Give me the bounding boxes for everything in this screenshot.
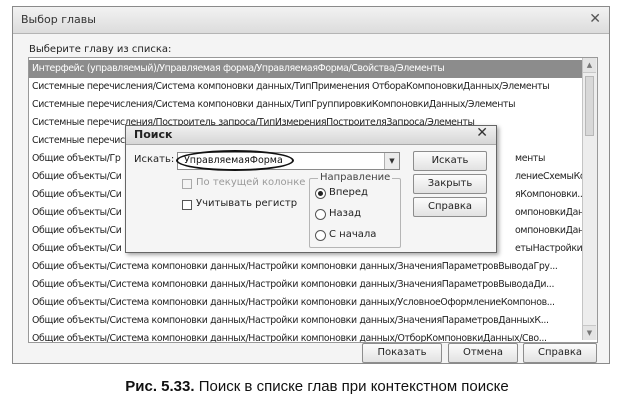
- list-item-label: Общие объекты/Гр: [32, 153, 121, 164]
- figure-number: Рис. 5.33.: [125, 378, 195, 395]
- list-item-label: Системные перечисления/Система компоновк…: [32, 81, 550, 92]
- figure-text: Поиск в списке глав при контекстном поис…: [198, 378, 509, 395]
- close-icon[interactable]: ✕: [476, 125, 488, 141]
- list-item-label: Интерфейс (управляемый)/Управляемая форм…: [32, 63, 445, 74]
- list-item-label: Общие объекты/Си: [32, 243, 122, 254]
- list-item-label: Общие объекты/Си: [32, 171, 122, 182]
- list-item-label: Общие объекты/Система компоновки данных/…: [32, 297, 555, 308]
- find-button[interactable]: Искать: [413, 151, 487, 171]
- list-item-label: Общие объекты/Система компоновки данных/…: [32, 261, 558, 272]
- list-item-label: Системные перечис: [32, 135, 125, 146]
- list-item-label: Системные перечисления/Система компоновк…: [32, 99, 516, 110]
- search-dialog-title: Поиск: [134, 128, 173, 141]
- list-item-label-tail: менты: [515, 153, 546, 164]
- list-item[interactable]: Общие объекты/Система компоновки данных/…: [29, 312, 582, 330]
- chevron-down-icon[interactable]: ▼: [384, 153, 399, 169]
- current-column-label: По текущей колонке: [196, 177, 306, 188]
- list-scrollbar[interactable]: ▲ ▼: [582, 58, 597, 340]
- direction-back-label: Назад: [329, 208, 362, 219]
- cancel-button[interactable]: Отмена: [448, 343, 518, 363]
- scroll-down-icon[interactable]: ▼: [583, 325, 596, 340]
- direction-forward-label: Вперед: [329, 187, 368, 198]
- scroll-up-icon[interactable]: ▲: [583, 58, 596, 73]
- list-item[interactable]: Общие объекты/Система компоновки данных/…: [29, 258, 582, 276]
- list-item-label: Общие объекты/Си: [32, 207, 122, 218]
- list-item[interactable]: Общие объекты/Система компоновки данных/…: [29, 276, 582, 294]
- list-prompt: Выберите главу из списка:: [29, 44, 172, 55]
- search-input[interactable]: УправляемаяФорма ▼: [176, 150, 400, 171]
- show-button[interactable]: Показать: [362, 343, 442, 363]
- list-item-label: Общие объекты/Система компоновки данных/…: [32, 333, 547, 343]
- list-item[interactable]: Интерфейс (управляемый)/Управляемая форм…: [29, 60, 582, 78]
- search-dialog: Поиск ✕ Искать: УправляемаяФорма ▼ По те…: [125, 125, 497, 253]
- list-item-label-tail: омпоновкиДан...: [515, 225, 582, 236]
- direction-back-radio[interactable]: [315, 209, 326, 220]
- direction-forward-radio[interactable]: [315, 188, 326, 199]
- current-column-checkbox[interactable]: [182, 179, 192, 189]
- search-dialog-title-bar: Поиск ✕: [126, 125, 496, 145]
- list-item-label-tail: омпоновкиДан...: [515, 207, 582, 218]
- list-item-label-tail: яКомпоновки...: [515, 189, 582, 200]
- match-case-label: Учитывать регистр: [196, 198, 298, 209]
- close-icon[interactable]: ✕: [589, 11, 601, 27]
- window-title: Выбор главы: [21, 13, 96, 26]
- match-case-checkbox[interactable]: [182, 200, 192, 210]
- direction-start-label: С начала: [329, 229, 377, 240]
- list-item[interactable]: Общие объекты/Система компоновки данных/…: [29, 330, 582, 343]
- dialog-close-button[interactable]: Закрыть: [413, 174, 487, 194]
- dialog-help-button[interactable]: Справка: [413, 197, 487, 217]
- window-title-bar: Выбор главы ✕: [13, 7, 609, 34]
- scroll-thumb[interactable]: [585, 76, 594, 136]
- search-label: Искать:: [134, 154, 175, 165]
- list-item-label: Общие объекты/Система компоновки данных/…: [32, 315, 549, 326]
- list-item[interactable]: Системные перечисления/Система компоновк…: [29, 78, 582, 96]
- figure-caption: Рис. 5.33. Поиск в списке глав при конте…: [0, 378, 634, 395]
- highlight-oval: [176, 150, 294, 171]
- direction-group: Направление Вперед Назад С начала: [309, 172, 401, 248]
- list-item[interactable]: Общие объекты/Система компоновки данных/…: [29, 294, 582, 312]
- list-item-label-tail: етыНастройкиК...: [515, 243, 582, 254]
- list-item-label-tail: лениеСхемыКо...: [515, 171, 582, 182]
- help-button[interactable]: Справка: [523, 343, 597, 363]
- direction-legend: Направление: [318, 172, 393, 183]
- list-item-label: Общие объекты/Си: [32, 225, 122, 236]
- list-item-label: Общие объекты/Си: [32, 189, 122, 200]
- list-item-label: Общие объекты/Система компоновки данных/…: [32, 279, 555, 290]
- direction-start-radio[interactable]: [315, 230, 326, 241]
- list-item[interactable]: Системные перечисления/Система компоновк…: [29, 96, 582, 114]
